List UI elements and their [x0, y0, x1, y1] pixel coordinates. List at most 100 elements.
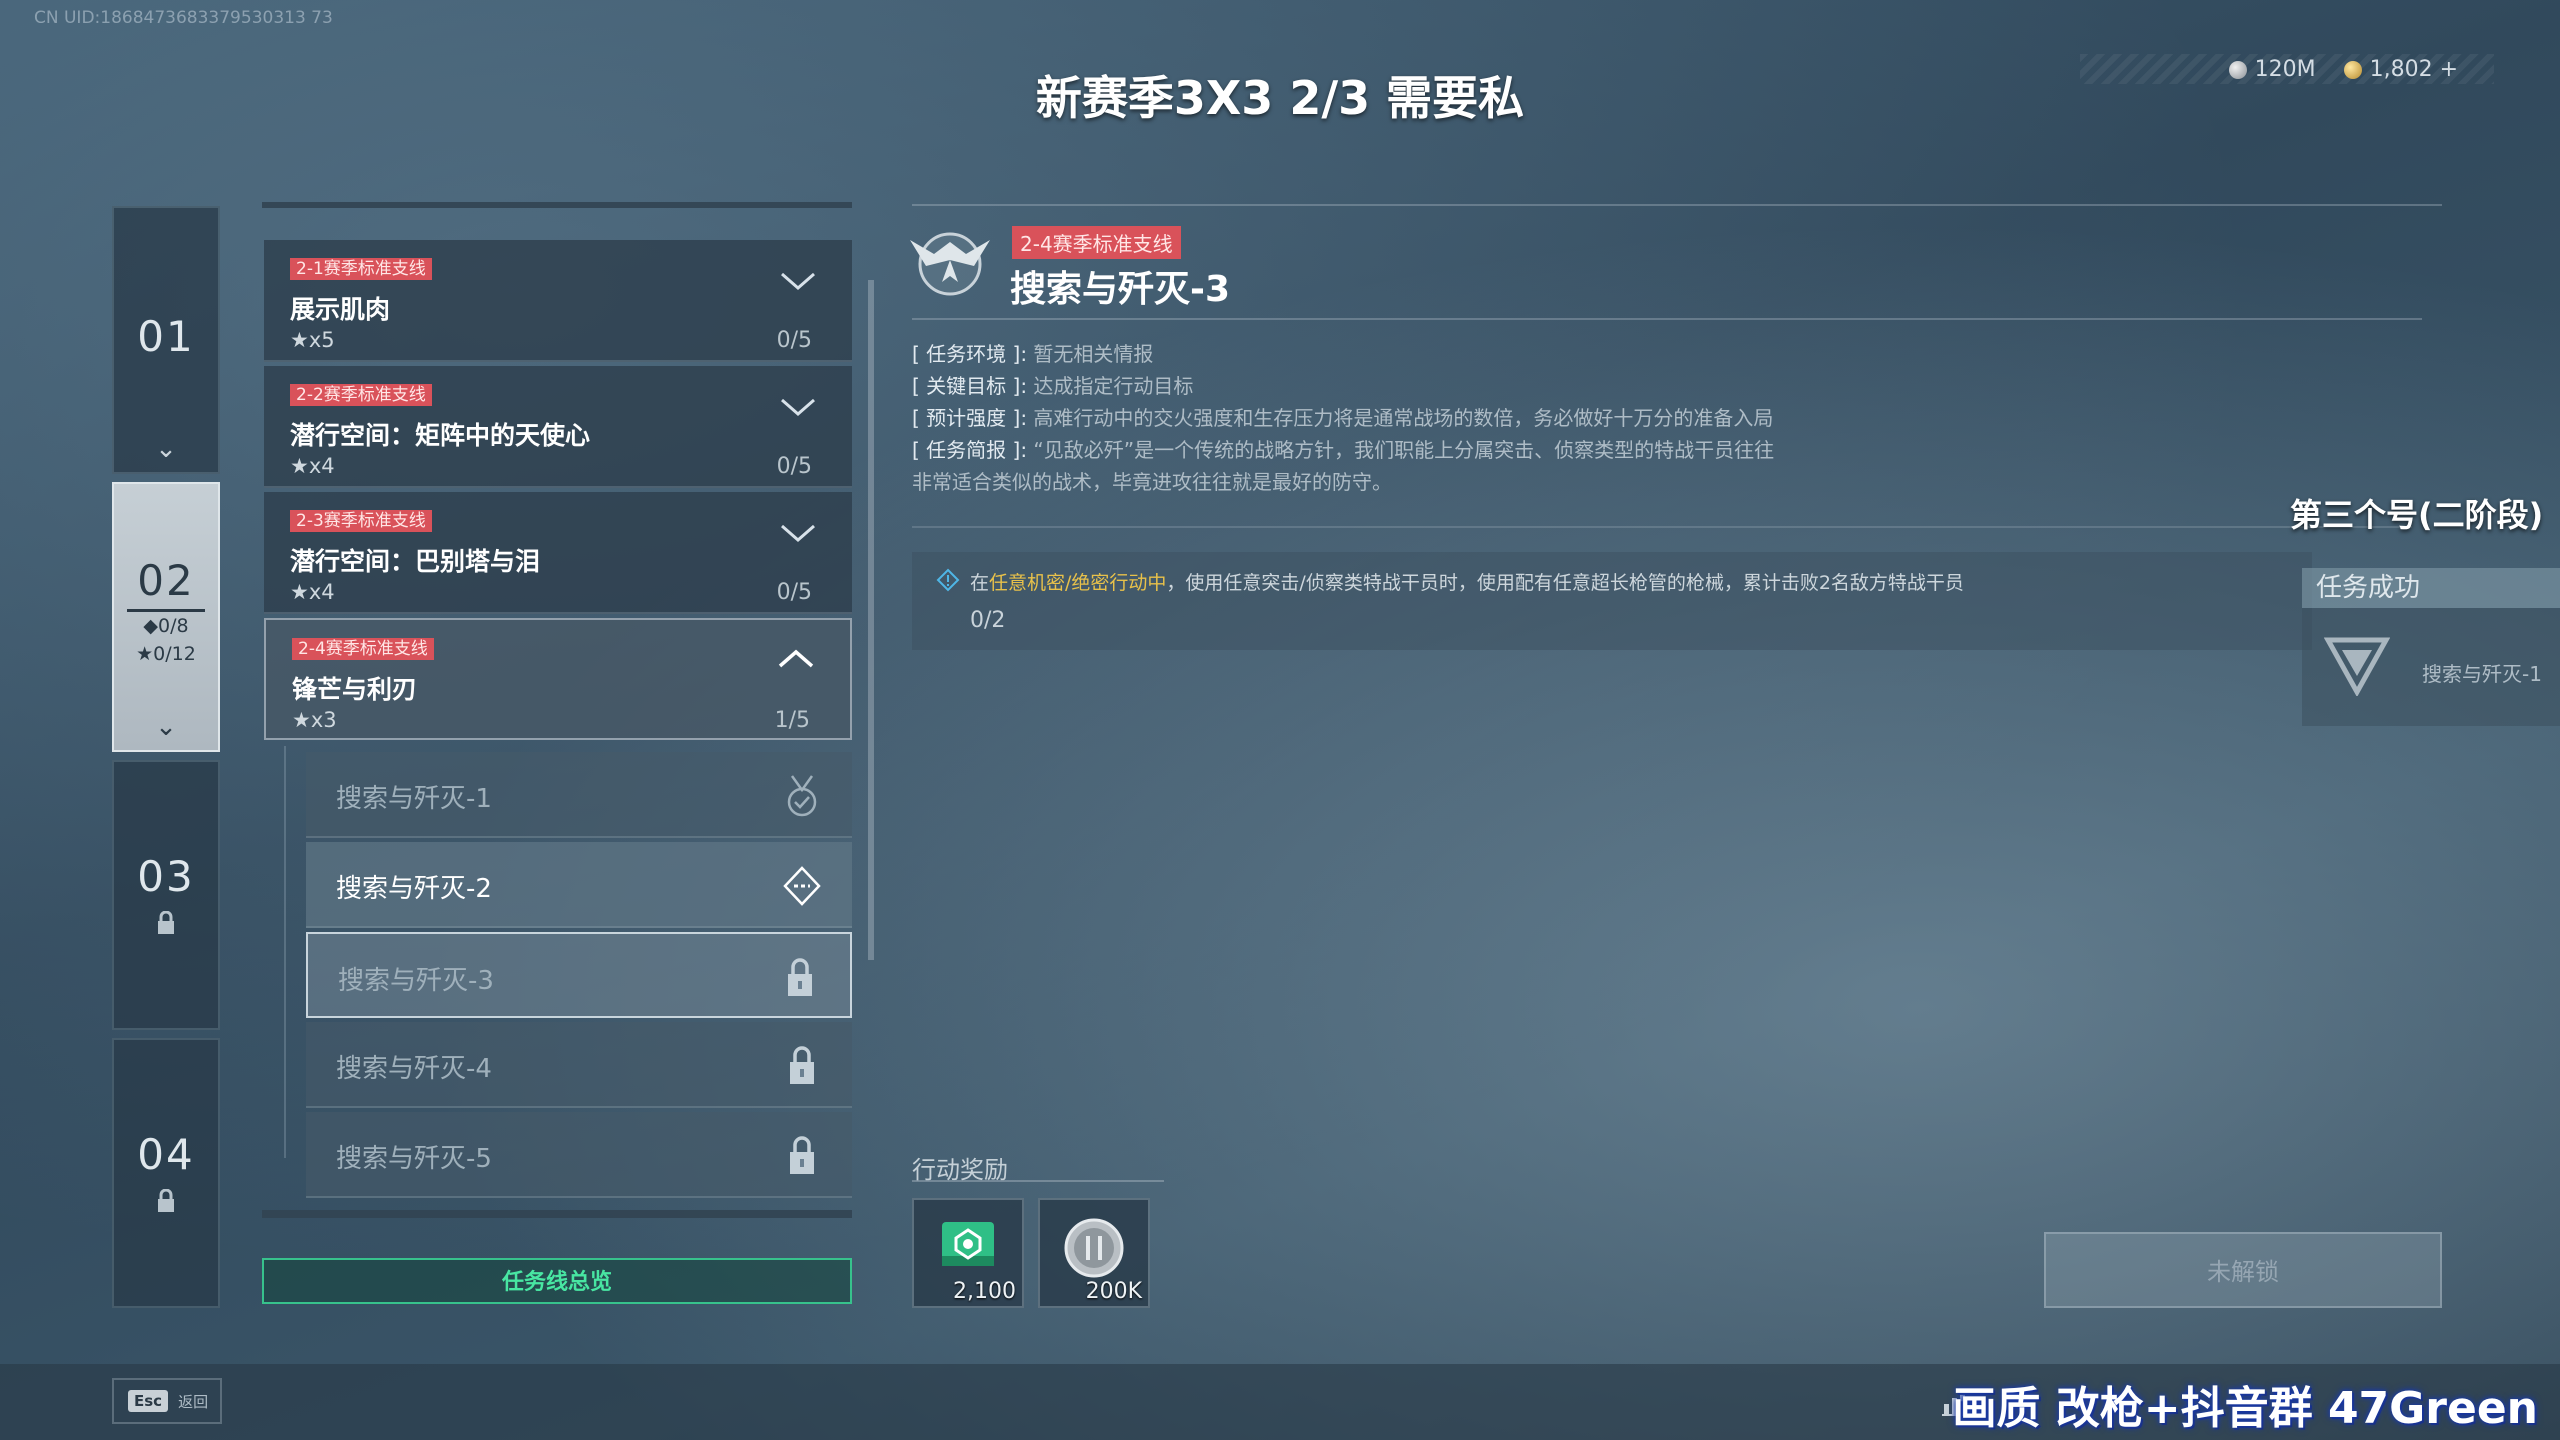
mission-stars: ★x4	[290, 454, 335, 478]
silver-balance: 120M	[2228, 56, 2316, 82]
mission-name: 锋芒与利刃	[292, 675, 418, 704]
lock-icon	[788, 958, 812, 996]
green-crate-icon	[942, 1222, 994, 1266]
mission-name: 潜行空间：矩阵中的天使心	[290, 421, 591, 450]
submission-item-2[interactable]: 搜索与歼灭-2	[306, 842, 852, 928]
diamond-progress: ◆0/8	[143, 615, 189, 637]
lock-icon	[114, 910, 218, 942]
reward-item-1[interactable]: 2,100	[912, 1198, 1024, 1308]
mission-name: 潜行空间：巴别塔与泪	[290, 547, 541, 576]
list-top-border	[262, 202, 852, 222]
star-progress: ★0/12	[136, 643, 196, 665]
eagle-emblem-icon	[910, 232, 990, 296]
info-brief: [ 任务简报 ]: “见敌必歼”是一个传统的战略方针，我们职能上分属突击、侦察类…	[912, 438, 1775, 462]
uid-label: CN UID:1868473683379530313 73	[34, 8, 333, 28]
silver-amount: 120M	[2254, 56, 2316, 82]
mission-tag: 2-2赛季标准支线	[290, 384, 432, 406]
chapter-tab-04[interactable]: 04	[112, 1038, 220, 1308]
back-label: 返回	[178, 1392, 209, 1411]
lock-icon	[790, 1136, 814, 1174]
silver-coin-icon	[2228, 60, 2247, 79]
chapter-tab-01[interactable]: 01 ⌄	[112, 206, 220, 474]
chapter-tab-03[interactable]: 03	[112, 760, 220, 1030]
mission-overview-button[interactable]: 任务线总览	[262, 1258, 852, 1304]
reward-amount: 2,100	[953, 1279, 1016, 1304]
mission-success-title: 任务成功	[2302, 568, 2560, 608]
submission-name: 搜索与歼灭-2	[336, 874, 492, 904]
mission-card-2-3[interactable]: 2-3赛季标准支线 潜行空间：巴别塔与泪 ★x4 0/5	[264, 492, 852, 614]
chevron-down-icon[interactable]	[778, 386, 818, 426]
watermark-text: 画质 改枪+抖音群 47Green	[1952, 1383, 2538, 1434]
chapter-number: 02	[127, 556, 205, 612]
triangle-logo-icon	[2324, 637, 2390, 696]
mission-tag: 2-4赛季标准支线	[292, 638, 434, 660]
mission-progress: 1/5	[774, 708, 810, 733]
completed-medal-icon	[787, 775, 817, 817]
tree-connector	[284, 746, 286, 1158]
info-goal: [ 关键目标 ]: 达成指定行动目标	[912, 374, 1194, 398]
mission-progress: 0/5	[776, 328, 812, 353]
esc-key: Esc	[128, 1390, 169, 1412]
gold-amount: 1,802	[2369, 56, 2433, 82]
mission-stars: ★x5	[290, 328, 335, 352]
mission-progress: 0/5	[776, 580, 812, 605]
mission-info: [ 任务环境 ]: 暂无相关情报 [ 关键目标 ]: 达成指定行动目标 [ 预计…	[912, 338, 2412, 498]
gold-coin-icon	[2343, 60, 2362, 79]
submission-name: 搜索与歼灭-5	[336, 1144, 492, 1174]
gold-balance[interactable]: 1,802 +	[2343, 56, 2458, 82]
detail-divider	[912, 318, 2422, 320]
mission-card-2-4[interactable]: 2-4赛季标准支线 锋芒与利刃 ★x3 1/5	[264, 618, 852, 740]
mission-tag: 2-3赛季标准支线	[290, 510, 432, 532]
submission-name: 搜索与歼灭-1	[336, 784, 492, 814]
chevron-up-icon[interactable]	[776, 640, 816, 680]
detail-title: 搜索与歼灭-3	[1010, 269, 1230, 310]
info-brief-continued: 非常适合类似的战术，毕竟进攻往往就是最好的防守。	[912, 470, 1392, 494]
add-currency-button[interactable]: +	[2440, 57, 2458, 82]
scrollbar[interactable]	[868, 280, 874, 960]
mission-card-2-1[interactable]: 2-1赛季标准支线 展示肌肉 ★x5 0/5	[264, 240, 852, 362]
chevron-down-icon[interactable]	[778, 512, 818, 552]
chapter-number: 01	[137, 312, 195, 361]
chevron-down-icon: ⌄	[155, 434, 177, 464]
mission-progress: 0/5	[776, 454, 812, 479]
silver-coin-icon	[1064, 1218, 1124, 1278]
chevron-down-icon[interactable]	[778, 260, 818, 300]
rewards-divider	[912, 1180, 1164, 1182]
detail-tag: 2-4赛季标准支线	[1012, 226, 1181, 259]
mission-stars: ★x3	[292, 708, 337, 732]
submission-name: 搜索与歼灭-3	[338, 966, 494, 996]
submission-item-4[interactable]: 搜索与歼灭-4	[306, 1022, 852, 1108]
mission-stars: ★x4	[290, 580, 335, 604]
detail-divider	[912, 526, 2412, 528]
list-bottom-border	[262, 1210, 852, 1218]
info-environment: [ 任务环境 ]: 暂无相关情报	[912, 342, 1154, 366]
submission-name: 搜索与歼灭-4	[336, 1054, 492, 1084]
objective-text: 在任意机密/绝密行动中，使用任意突击/侦察类特战干员时，使用配有任意超长枪管的枪…	[970, 572, 1964, 594]
chapter-number: 04	[137, 1130, 195, 1179]
submission-item-3[interactable]: 搜索与歼灭-3	[306, 932, 852, 1018]
unlock-button[interactable]: 未解锁	[2044, 1232, 2442, 1308]
info-intensity: [ 预计强度 ]: 高难行动中的交火强度和生存压力将是通常战场的数倍，务必做好十…	[912, 406, 1774, 430]
objective-box: 在任意机密/绝密行动中，使用任意突击/侦察类特战干员时，使用配有任意超长枪管的枪…	[912, 552, 2312, 650]
chapter-number: 03	[137, 852, 195, 901]
in-progress-diamond-icon	[783, 866, 821, 906]
reward-amount: 200K	[1085, 1279, 1142, 1304]
mission-name: 展示肌肉	[290, 295, 391, 324]
mission-success-card: 搜索与歼灭-1	[2302, 608, 2560, 726]
mission-tag: 2-1赛季标准支线	[290, 258, 432, 280]
mission-card-2-2[interactable]: 2-2赛季标准支线 潜行空间：矩阵中的天使心 ★x4 0/5	[264, 366, 852, 488]
chapter-tab-02[interactable]: 02 ◆0/8 ★0/12 ⌄	[112, 482, 220, 752]
currency-bar: 120M 1,802 +	[2080, 54, 2494, 84]
success-item-name: 搜索与歼灭-1	[2422, 662, 2542, 686]
detail-top-divider	[912, 204, 2442, 206]
objective-progress: 0/2	[970, 608, 1006, 633]
lock-icon	[790, 1046, 814, 1084]
back-button[interactable]: Esc 返回	[112, 1378, 222, 1424]
submission-item-1[interactable]: 搜索与歼灭-1	[306, 752, 852, 838]
reward-item-2[interactable]: 200K	[1038, 1198, 1150, 1308]
info-diamond-icon	[936, 568, 960, 592]
lock-icon	[114, 1188, 218, 1220]
submission-item-5[interactable]: 搜索与歼灭-5	[306, 1112, 852, 1198]
stage-label: 第三个号(二阶段)	[2290, 496, 2544, 534]
chevron-down-icon: ⌄	[155, 712, 177, 742]
